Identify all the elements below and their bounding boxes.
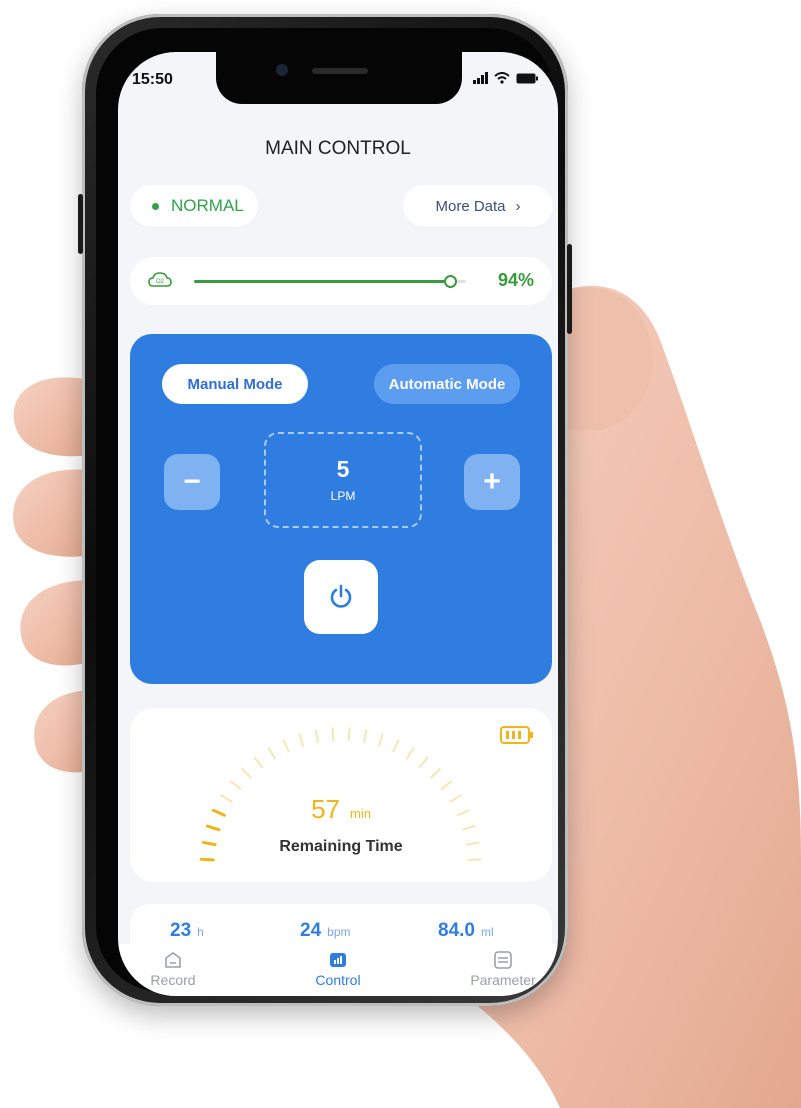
wifi-icon [494, 72, 510, 84]
tab-control[interactable]: Control [283, 950, 393, 988]
phone-frame: 15:50 MAIN CONTROL NORMAL More Data › O2 [78, 14, 572, 1006]
minus-icon: − [183, 465, 201, 498]
more-data-button[interactable]: More Data › [403, 185, 553, 227]
control-panel: Manual Mode Automatic Mode − 5 LPM + [130, 334, 552, 684]
concentration-card: O2 94% [130, 257, 552, 305]
camera-icon [276, 64, 288, 76]
power-side-button [567, 244, 572, 334]
gauge-tick [205, 824, 221, 832]
automatic-mode-button[interactable]: Automatic Mode [374, 364, 520, 404]
tab-control-label: Control [315, 972, 361, 988]
more-data-label: More Data [435, 197, 506, 215]
power-icon [330, 584, 352, 608]
gauge-tick [298, 733, 304, 747]
status-time: 15:50 [132, 71, 173, 88]
concentration-fill [194, 280, 450, 283]
gauge-tick [467, 858, 482, 861]
tab-bar: Record Control Parameter [118, 944, 558, 996]
decrease-flow-button[interactable]: − [164, 454, 220, 510]
page-title: MAIN CONTROL [265, 138, 411, 159]
chart-icon [330, 953, 346, 967]
gauge-tick [430, 767, 441, 779]
status-text: NORMAL [171, 196, 244, 215]
concentration-knob[interactable] [443, 275, 457, 288]
stat-volume-unit: ml [480, 925, 494, 939]
gauge-tick [199, 857, 215, 862]
parameter-icon [494, 951, 512, 969]
remaining-time-unit: min [349, 806, 371, 821]
svg-text:O2: O2 [156, 279, 165, 285]
stat-rate-value: 24 [300, 920, 322, 941]
stat-hours-value: 23 [170, 920, 192, 941]
status-icons [473, 72, 538, 84]
gauge-tick [418, 756, 429, 769]
tab-parameter[interactable]: Parameter [448, 950, 558, 988]
notch [216, 52, 462, 104]
stat-rate: 24 bpm [300, 920, 350, 942]
gauge-tick [440, 780, 453, 790]
gauge-tick [347, 727, 351, 742]
chevron-right-icon: › [515, 197, 521, 215]
remaining-time-value: 57 min [130, 794, 552, 825]
flow-unit: LPM [330, 489, 356, 503]
gauge-tick [378, 733, 384, 747]
gauge-tick [462, 825, 476, 831]
plus-icon: + [483, 465, 501, 498]
tab-record[interactable]: Record [118, 950, 228, 988]
volume-button [78, 194, 83, 254]
stat-hours-unit: h [197, 925, 204, 939]
stat-hours: 23 h [170, 920, 204, 942]
gauge-tick [229, 780, 242, 790]
gauge-tick [314, 729, 319, 744]
manual-mode-button[interactable]: Manual Mode [162, 364, 308, 404]
concentration-percent: 94% [497, 270, 534, 290]
gauge-tick [406, 747, 415, 760]
stat-volume-value: 84.0 [438, 920, 475, 941]
tab-parameter-label: Parameter [470, 972, 536, 988]
app-screen: 15:50 MAIN CONTROL NORMAL More Data › O2 [118, 52, 558, 996]
timer-card: 57 min Remaining Time [130, 708, 552, 882]
flow-display: 5 LPM [264, 432, 422, 528]
concentration-slider[interactable] [194, 275, 466, 288]
gauge-tick [267, 747, 276, 760]
home-icon [165, 952, 181, 968]
status-dot [152, 202, 159, 210]
stat-volume: 84.0 ml [438, 920, 494, 942]
oxygen-cloud-icon: O2 [148, 272, 172, 287]
increase-flow-button[interactable]: + [464, 454, 520, 510]
flow-value: 5 [336, 456, 350, 482]
gauge-tick [282, 739, 290, 753]
speaker-grille [312, 68, 368, 74]
phone-bezel: 15:50 MAIN CONTROL NORMAL More Data › O2 [96, 28, 558, 996]
tab-record-label: Record [150, 972, 196, 988]
remaining-time-number: 57 [311, 794, 340, 824]
gauge-tick [363, 729, 368, 744]
status-badge: NORMAL [130, 185, 258, 227]
battery-status-icon [516, 73, 538, 83]
gauge-tick [331, 727, 335, 742]
gauge-tick [241, 767, 252, 779]
gauge-tick [253, 756, 264, 769]
remaining-time-label: Remaining Time [279, 838, 403, 855]
signal-icon [473, 72, 488, 84]
power-button[interactable] [304, 560, 378, 634]
stat-rate-unit: bpm [327, 925, 351, 939]
gauge-tick [392, 739, 400, 753]
